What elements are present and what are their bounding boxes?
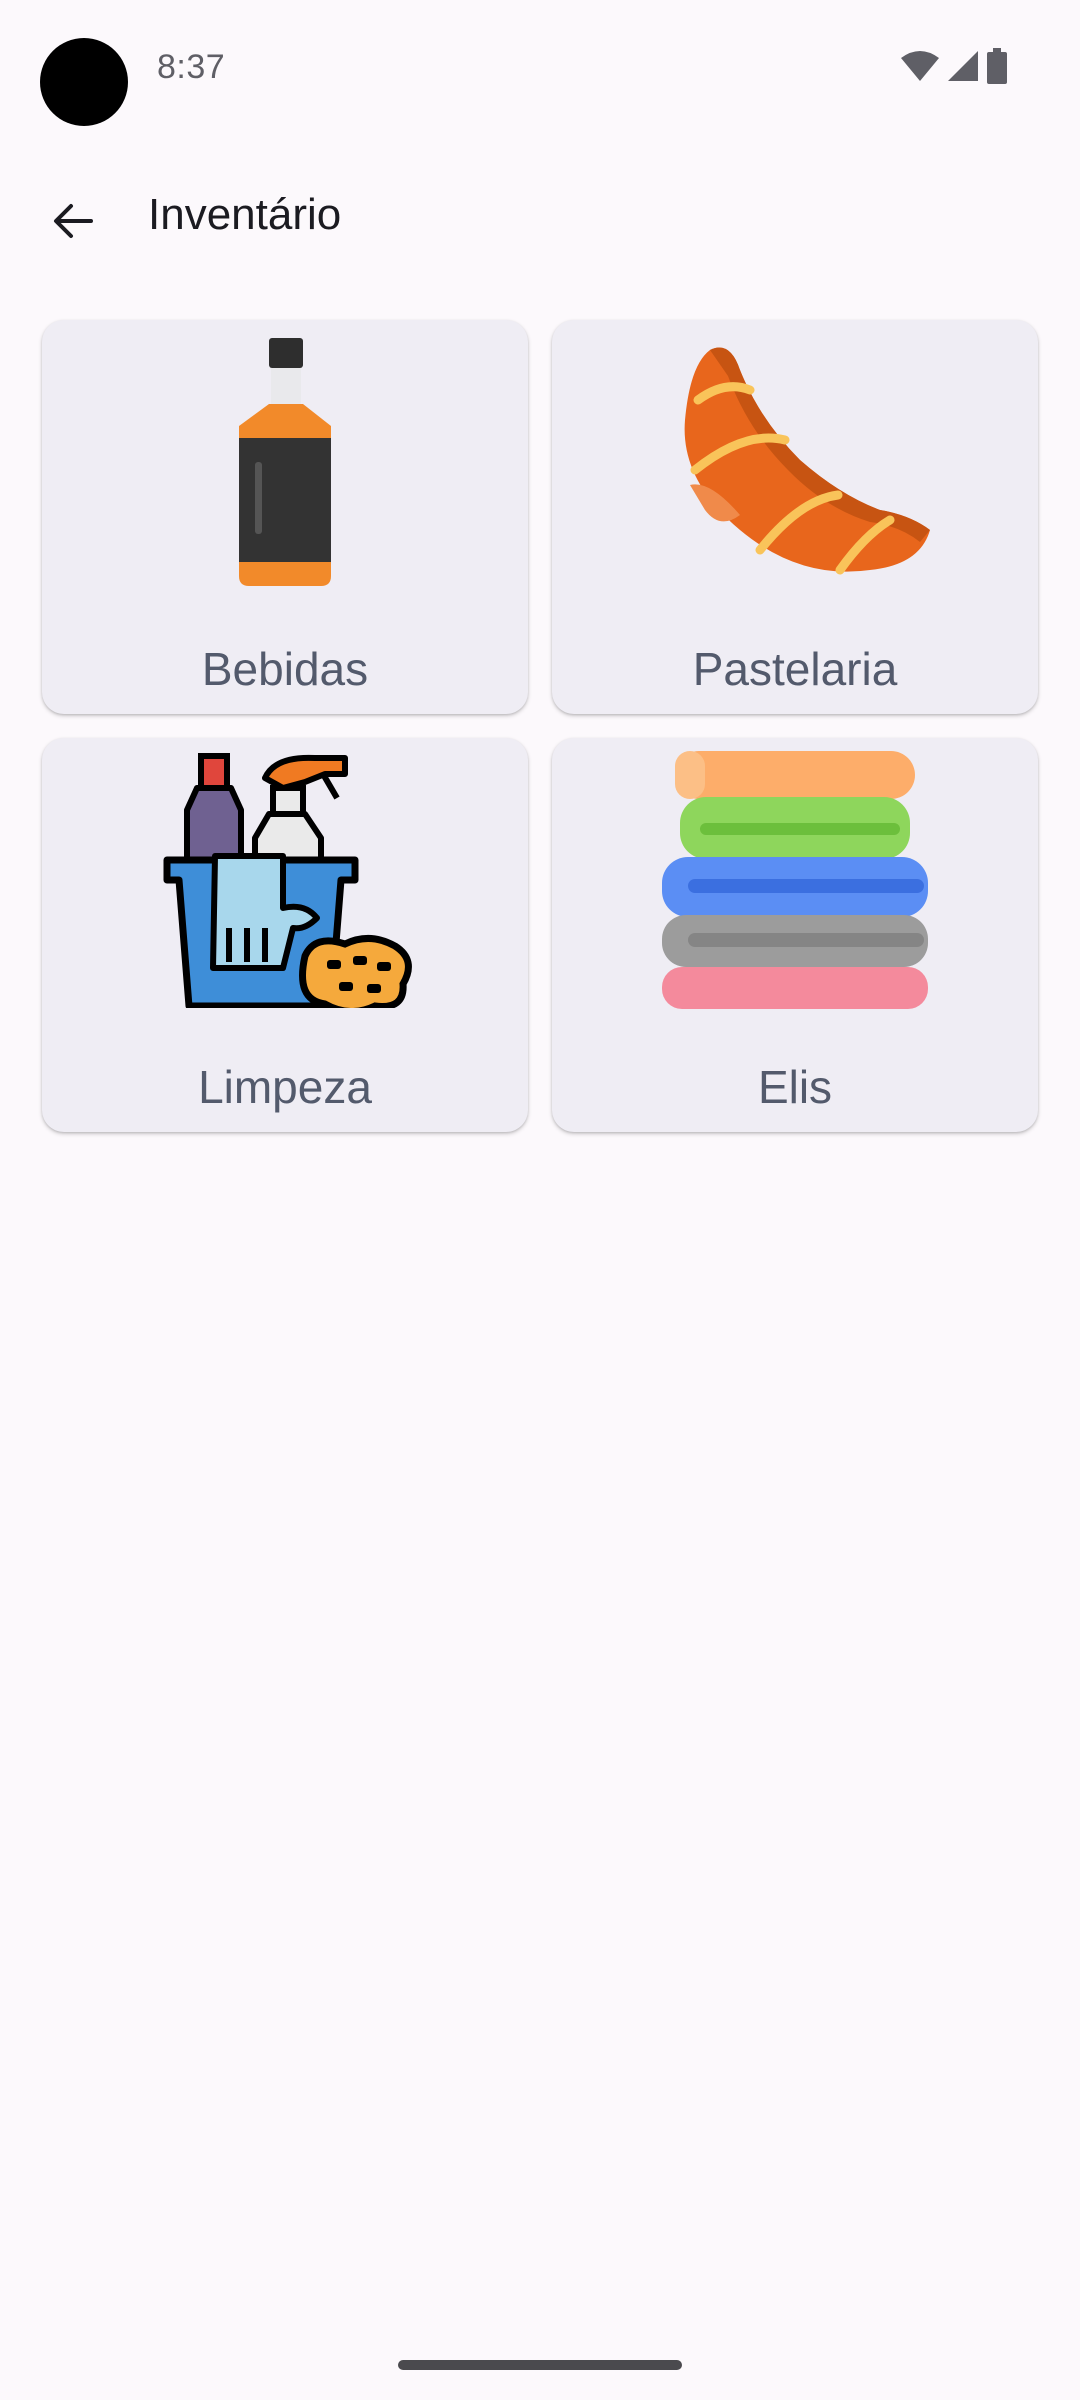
cleaning-supplies-icon [163,753,412,1008]
battery-icon [987,48,1007,84]
arrow-back-icon [54,204,93,238]
bottle-icon [239,338,331,586]
wifi-icon [901,51,939,81]
status-time: 8:37 [157,48,226,86]
category-card-pastelaria[interactable]: Pastelaria [552,320,1038,714]
card-label: Bebidas [201,643,369,695]
status-icons [900,48,1008,84]
back-button[interactable] [38,186,108,256]
card-image [42,748,528,1008]
croissant-icon [684,347,930,575]
card-label: Pastelaria [692,643,898,695]
card-image [552,330,1038,590]
home-indicator[interactable] [398,2360,682,2370]
category-card-elis[interactable]: Elis [552,738,1038,1132]
card-label: Elis [757,1061,833,1113]
app-bar: Inventário [0,160,1080,280]
page-title: Inventário [148,190,342,239]
signal-icon [948,51,978,81]
status-bar: 8:37 [0,0,1080,140]
camera-cutout [40,38,128,126]
category-grid: Bebidas Pastelaria Limpeza Elis [42,320,1038,1132]
category-card-limpeza[interactable]: Limpeza [42,738,528,1132]
category-card-bebidas[interactable]: Bebidas [42,320,528,714]
card-label: Limpeza [198,1061,372,1113]
towels-stack-icon [662,751,928,1009]
card-image [42,330,528,590]
card-image [552,748,1038,1009]
